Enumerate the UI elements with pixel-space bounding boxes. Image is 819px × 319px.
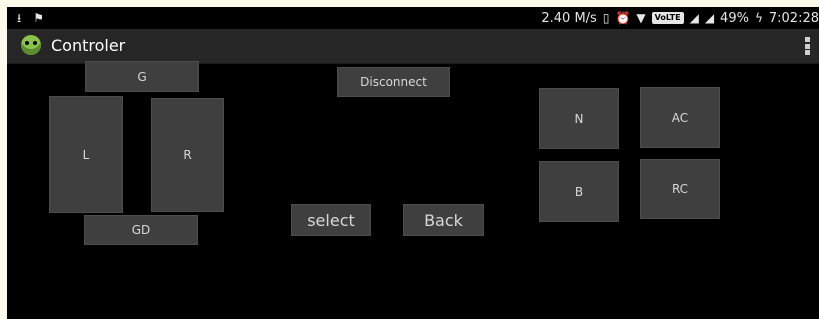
r-button[interactable]: R (151, 98, 224, 212)
b-button[interactable]: B (539, 161, 619, 222)
signal-icon: ◢ (689, 11, 699, 25)
charging-icon: ϟ (754, 11, 763, 25)
ac-button[interactable]: AC (640, 87, 720, 148)
clock: 7:02:28 (768, 10, 819, 26)
l-button[interactable]: L (49, 96, 123, 213)
volte-badge: VoLTE (651, 12, 684, 24)
flag-icon: ⚑ (33, 11, 44, 25)
disconnect-button[interactable]: Disconnect (337, 67, 450, 97)
rc-button[interactable]: RC (640, 159, 720, 219)
app-title: Controler (51, 36, 126, 55)
overflow-menu-icon[interactable] (805, 37, 811, 55)
status-bar: ⭳ ⚑ 2.40 M/s ▯ ⏰ ▼ VoLTE ◢ ◢ 49% ϟ 7:02:… (7, 7, 819, 29)
network-speed: 2.40 M/s (541, 10, 597, 26)
select-button[interactable]: select (291, 204, 371, 236)
n-button[interactable]: N (539, 88, 619, 149)
wifi-icon: ▼ (636, 11, 646, 25)
signal-icon-2: ◢ (704, 11, 715, 25)
back-button[interactable]: Back (403, 204, 484, 236)
battery-level: 49% (720, 10, 749, 26)
gd-button[interactable]: GD (84, 215, 198, 245)
vibrate-icon: ▯ (602, 11, 610, 25)
phone-screen: ⭳ ⚑ 2.40 M/s ▯ ⏰ ▼ VoLTE ◢ ◢ 49% ϟ 7:02:… (7, 7, 819, 319)
android-app-icon (21, 35, 41, 55)
g-button[interactable]: G (85, 61, 199, 92)
action-bar: Controler (7, 29, 819, 64)
download-icon: ⭳ (17, 11, 22, 25)
alarm-icon: ⏰ (615, 11, 631, 25)
